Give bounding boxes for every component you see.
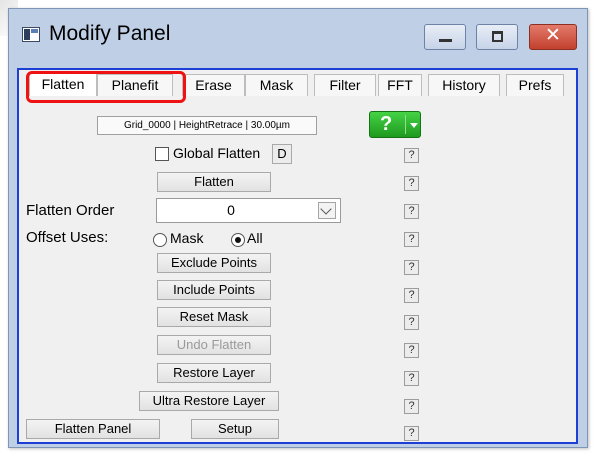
- close-icon: ✕: [545, 24, 561, 46]
- tab-history[interactable]: History: [428, 74, 500, 96]
- help-global-flatten[interactable]: ?: [404, 148, 419, 163]
- tab-planefit[interactable]: Planefit: [97, 74, 173, 96]
- window-title: Modify Panel: [49, 22, 171, 45]
- flatten-order-value: 0: [227, 202, 235, 218]
- modify-panel-window: Modify Panel ✕ Flatten Planefit Erase Ma…: [8, 8, 588, 448]
- setup-button[interactable]: Setup: [191, 419, 279, 439]
- offset-mask-radio[interactable]: [153, 233, 167, 247]
- offset-all-radio[interactable]: [231, 233, 245, 247]
- modify-panel-content: Flatten Planefit Erase Mask Filter FFT H…: [17, 68, 578, 444]
- flatten-panel-button[interactable]: Flatten Panel: [26, 419, 160, 439]
- tab-flatten[interactable]: Flatten: [29, 72, 97, 96]
- include-points-button[interactable]: Include Points: [157, 280, 271, 300]
- minimize-button[interactable]: [424, 24, 466, 50]
- maximize-button[interactable]: [476, 24, 518, 50]
- help-flatten-panel[interactable]: ?: [404, 426, 419, 441]
- tab-erase[interactable]: Erase: [182, 74, 245, 96]
- help-divider: [405, 115, 406, 134]
- tab-mask[interactable]: Mask: [245, 74, 308, 96]
- global-flatten-label: Global Flatten: [173, 145, 261, 161]
- data-source-info: Grid_0000 | HeightRetrace | 30.00µm: [97, 116, 317, 135]
- close-button[interactable]: ✕: [529, 24, 577, 50]
- help-menu-button[interactable]: ?: [369, 111, 421, 138]
- tab-filter[interactable]: Filter: [314, 74, 376, 96]
- tab-bar: Flatten Planefit Erase Mask Filter FFT H…: [19, 70, 576, 96]
- flatten-button[interactable]: Flatten: [157, 172, 271, 192]
- reset-mask-button[interactable]: Reset Mask: [157, 307, 271, 327]
- app-window-icon: [22, 27, 40, 42]
- offset-uses-label: Offset Uses:: [26, 229, 109, 246]
- help-exclude-points[interactable]: ?: [404, 260, 419, 275]
- chevron-down-icon: [410, 123, 418, 128]
- ultra-restore-layer-button[interactable]: Ultra Restore Layer: [139, 391, 279, 411]
- offset-mask-label: Mask: [170, 230, 204, 246]
- title-bar[interactable]: Modify Panel ✕: [9, 9, 587, 61]
- global-flatten-checkbox[interactable]: [155, 147, 169, 161]
- help-reset-mask[interactable]: ?: [404, 315, 419, 330]
- flatten-order-select[interactable]: 0: [156, 198, 341, 223]
- help-flatten-order[interactable]: ?: [404, 204, 419, 219]
- restore-layer-button[interactable]: Restore Layer: [157, 363, 271, 383]
- help-ultra-restore-layer[interactable]: ?: [404, 399, 419, 414]
- maximize-icon: [492, 31, 503, 42]
- tab-prefs[interactable]: Prefs: [506, 74, 564, 96]
- help-offset-uses[interactable]: ?: [404, 232, 419, 247]
- dropdown-arrow-icon[interactable]: [318, 202, 336, 219]
- global-flatten-d-button[interactable]: D: [272, 144, 292, 164]
- help-undo-flatten[interactable]: ?: [404, 343, 419, 358]
- tab-fft[interactable]: FFT: [378, 74, 422, 96]
- help-restore-layer[interactable]: ?: [404, 371, 419, 386]
- undo-flatten-button[interactable]: Undo Flatten: [157, 335, 271, 355]
- flatten-order-label: Flatten Order: [26, 202, 115, 219]
- help-include-points[interactable]: ?: [404, 288, 419, 303]
- help-question-icon: ?: [380, 113, 393, 135]
- exclude-points-button[interactable]: Exclude Points: [157, 253, 271, 273]
- minimize-icon: [439, 39, 452, 42]
- help-flatten[interactable]: ?: [404, 176, 419, 191]
- offset-all-label: All: [247, 230, 263, 246]
